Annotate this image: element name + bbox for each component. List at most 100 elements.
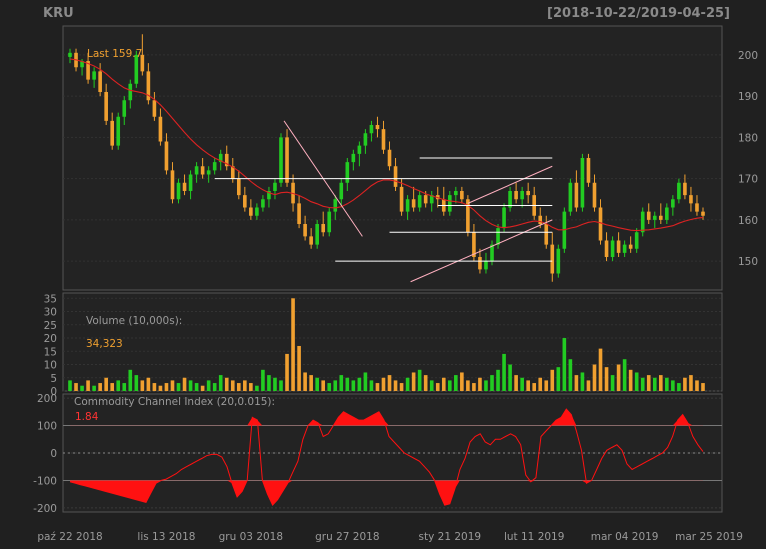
volume-bar xyxy=(68,380,72,391)
volume-bar xyxy=(466,380,470,391)
chart-root: { "header": { "symbol": "KRU", "date_ran… xyxy=(0,0,766,549)
candle-body xyxy=(110,120,115,146)
volume-bar xyxy=(267,375,271,391)
candle-body xyxy=(98,71,102,92)
candle-body xyxy=(598,207,603,241)
volume-bar xyxy=(255,385,259,391)
volume-bar xyxy=(677,383,681,391)
x-tick-label: lis 13 2018 xyxy=(137,531,195,543)
volume-bar xyxy=(574,375,579,391)
volume-bar xyxy=(116,380,121,391)
volume-bar xyxy=(86,380,90,391)
volume-bar xyxy=(140,380,145,391)
candle-body xyxy=(327,211,332,233)
volume-bar xyxy=(526,380,530,391)
candle-body xyxy=(695,203,699,212)
candle-body xyxy=(122,100,127,117)
volume-bar xyxy=(490,375,494,391)
candle-body xyxy=(315,224,319,245)
volume-bar xyxy=(544,380,549,391)
volume-bar xyxy=(610,375,615,391)
candle-body xyxy=(393,166,398,187)
candle-body xyxy=(188,174,193,191)
volume-bar xyxy=(652,377,657,391)
volume-bar xyxy=(532,383,537,391)
candle-body xyxy=(411,199,416,208)
candle-body xyxy=(170,170,175,200)
volume-bar xyxy=(206,380,211,391)
volume-tick-label: 15 xyxy=(44,346,57,358)
cci-tick-label: 200 xyxy=(37,393,57,405)
volume-bar xyxy=(357,377,362,391)
volume-label: Volume (10,000s): xyxy=(86,315,182,327)
volume-bar xyxy=(146,377,151,391)
candle-body xyxy=(417,195,422,208)
volume-bar xyxy=(309,375,313,391)
volume-bar xyxy=(351,380,356,391)
price-tick-label: 170 xyxy=(738,174,758,186)
x-tick-label: paź 22 2018 xyxy=(37,531,102,543)
volume-bar xyxy=(152,383,157,391)
candle-body xyxy=(526,191,530,196)
volume-bar xyxy=(80,385,84,391)
candle-body xyxy=(454,191,458,196)
candle-body xyxy=(677,182,681,200)
volume-bar xyxy=(604,367,609,391)
candle-body xyxy=(616,240,621,253)
volume-bar xyxy=(586,380,591,391)
volume-bar xyxy=(441,377,446,391)
volume-bar xyxy=(508,364,512,391)
candle-body xyxy=(646,211,651,220)
candle-body xyxy=(273,182,277,191)
volume-tick-label: 5 xyxy=(50,373,57,385)
volume-bar xyxy=(683,377,687,391)
volume-tick-label: 10 xyxy=(44,360,57,372)
volume-bar xyxy=(158,385,163,391)
volume-bar xyxy=(230,380,235,391)
volume-bar xyxy=(92,385,96,391)
volume-bar xyxy=(411,372,416,391)
candle-body xyxy=(212,162,217,171)
volume-bar xyxy=(261,369,265,391)
volume-bar xyxy=(478,377,482,391)
chart-canvas: 150 160 170 180 190 200 0 510 15202530 35 -200 -100… xyxy=(33,25,758,543)
candle-body xyxy=(381,129,386,150)
candle-body xyxy=(104,92,108,121)
volume-tick-label: 20 xyxy=(44,333,57,345)
volume-bar xyxy=(665,377,669,391)
volume-bar xyxy=(538,377,543,391)
volume-bar xyxy=(598,348,603,391)
candle-body xyxy=(460,191,464,200)
volume-bar xyxy=(634,372,639,391)
volume-bar xyxy=(399,383,404,391)
candle-body xyxy=(249,207,253,216)
volume-bar xyxy=(429,380,434,391)
volume-bar xyxy=(212,383,217,391)
candle-body xyxy=(152,100,157,117)
volume-bar xyxy=(345,377,350,391)
volume-tick-label: 35 xyxy=(44,293,57,305)
x-tick-label: gru 27 2018 xyxy=(315,531,379,543)
volume-bar xyxy=(369,380,374,391)
volume-bar xyxy=(695,380,699,391)
candle-body xyxy=(128,83,133,101)
volume-bar xyxy=(502,353,506,391)
candle-body xyxy=(520,191,524,200)
candle-body xyxy=(303,224,307,237)
volume-bar xyxy=(333,380,338,391)
candle-body xyxy=(652,215,657,220)
cci-tick-label: 0 xyxy=(50,448,57,460)
candle-body xyxy=(164,141,169,171)
volume-bar xyxy=(658,375,663,391)
volume-bar xyxy=(285,353,289,391)
candle-body xyxy=(206,170,211,175)
candle-body xyxy=(279,137,283,183)
candle-body xyxy=(622,244,627,253)
volume-tick-label: 25 xyxy=(44,320,57,332)
volume-bar xyxy=(200,385,205,391)
volume-bar xyxy=(303,372,307,391)
volume-bar xyxy=(514,375,518,391)
volume-last-value: 34,323 xyxy=(86,338,123,350)
volume-bar xyxy=(520,377,524,391)
volume-bar xyxy=(375,383,380,391)
